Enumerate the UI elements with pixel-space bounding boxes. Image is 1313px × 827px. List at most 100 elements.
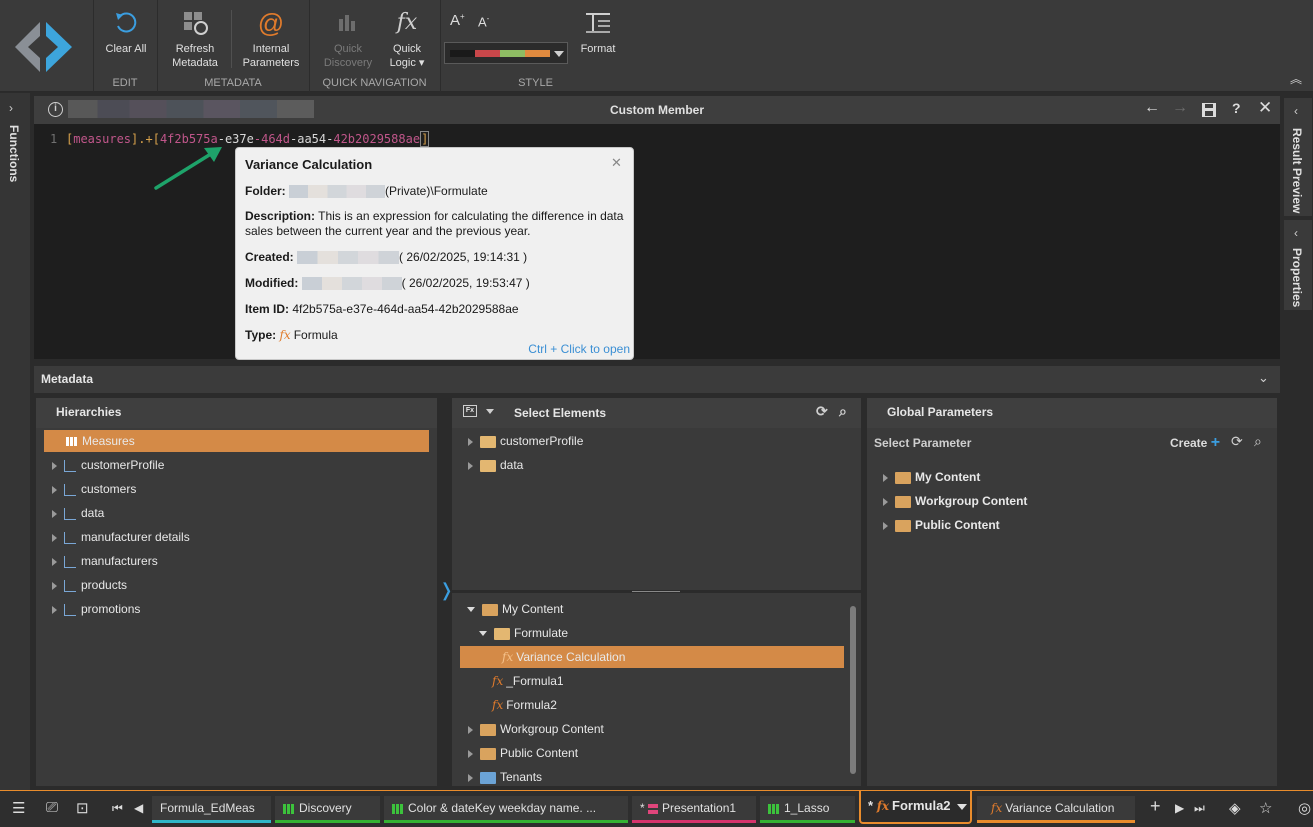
clear-all-label: Clear All: [105, 43, 147, 55]
hierarchy-item[interactable]: manufacturer details: [52, 526, 190, 548]
hierarchy-icon: [64, 483, 76, 496]
palette-dropdown[interactable]: [444, 42, 568, 64]
camera-icon[interactable]: ⎚: [46, 799, 58, 816]
pin-icon[interactable]: ☆: [1259, 799, 1272, 817]
select-parameter-label: Select Parameter: [874, 436, 972, 450]
hierarchies-panel: Hierarchies Measures customerProfile cus…: [36, 398, 437, 786]
param-workgroup-content[interactable]: Workgroup Content: [883, 490, 1027, 512]
prev-tab-icon[interactable]: ◀: [134, 801, 143, 815]
back-icon[interactable]: ←: [1144, 99, 1160, 117]
collapse-ribbon-icon[interactable]: ︽: [1290, 70, 1302, 87]
save-icon[interactable]: [1201, 102, 1217, 118]
code-editor[interactable]: 1 [measures].+[4f2b575a-e37e-464d-aa54-4…: [34, 124, 1280, 359]
chevron-down-icon[interactable]: ⌄: [1258, 370, 1269, 386]
content-tenants[interactable]: Tenants: [468, 766, 542, 788]
measures-icon: [66, 437, 77, 447]
hierarchy-item[interactable]: customerProfile: [52, 454, 164, 476]
content-workgroup[interactable]: Workgroup Content: [468, 718, 604, 740]
format-button[interactable]: Format: [573, 4, 623, 56]
increase-font-button[interactable]: A+: [450, 12, 465, 29]
element-type-icon[interactable]: Fx: [463, 405, 477, 417]
result-preview-tab[interactable]: ‹ Result Preview: [1284, 98, 1312, 216]
param-my-content[interactable]: My Content: [883, 466, 980, 488]
palette-swatches: [450, 50, 550, 57]
properties-tab[interactable]: ‹ Properties: [1284, 220, 1312, 310]
tooltip-open-link[interactable]: Ctrl + Click to open: [528, 342, 630, 356]
forward-icon[interactable]: →: [1172, 99, 1188, 117]
refresh-icon[interactable]: ⟳: [1231, 433, 1243, 450]
tab-variance-calculation[interactable]: fx Variance Calculation: [977, 796, 1135, 823]
logic-label-1: Quick: [392, 43, 422, 55]
tooltip-title: Variance Calculation: [245, 157, 373, 172]
tenants-icon: [480, 771, 496, 784]
hierarchy-item[interactable]: customers: [52, 478, 136, 500]
hierarchy-item[interactable]: products: [52, 574, 127, 596]
quick-discovery-icon: [339, 15, 355, 31]
hierarchy-item[interactable]: promotions: [52, 598, 140, 620]
hierarchy-item[interactable]: manufacturers: [52, 550, 158, 572]
edit-group-label: EDIT: [112, 77, 138, 89]
spiral-icon[interactable]: ◎: [1298, 799, 1311, 817]
close-icon[interactable]: ✕: [1258, 98, 1272, 118]
hierarchy-item[interactable]: data: [52, 502, 104, 524]
discovery-icon: [768, 803, 779, 814]
hierarchy-icon: [64, 603, 76, 616]
content-formula2[interactable]: fx Formula2: [492, 694, 557, 716]
content-formula1[interactable]: fx _Formula1: [492, 670, 564, 692]
chevron-down-icon[interactable]: [486, 409, 494, 414]
hierarchy-item-measures[interactable]: Measures: [44, 430, 429, 452]
create-button[interactable]: Create +: [1170, 434, 1221, 451]
refresh-label-2: Metadata: [172, 57, 218, 69]
screenshot-icon[interactable]: ⊡: [76, 799, 89, 817]
workgroup-icon: [480, 723, 496, 736]
refresh-icon[interactable]: ⟳: [816, 403, 828, 420]
metadata-header[interactable]: Metadata ⌄: [34, 366, 1280, 393]
folder-icon: [480, 435, 496, 448]
element-item[interactable]: data: [468, 454, 523, 476]
first-tab-icon[interactable]: ⏮: [112, 801, 123, 816]
tab-formula2-active[interactable]: * fx Formula2: [859, 791, 972, 824]
last-tab-icon[interactable]: ⏭: [1194, 801, 1205, 816]
search-icon[interactable]: ⌕: [1254, 433, 1262, 450]
tab-1-lasso[interactable]: 1_Lasso: [760, 796, 855, 823]
format-icon: [586, 13, 610, 33]
quick-logic-button[interactable]: fx Quick Logic ▾: [380, 4, 434, 70]
param-public-content[interactable]: Public Content: [883, 514, 1000, 536]
content-my-content[interactable]: My Content: [467, 598, 563, 620]
bottom-tab-bar: ☰ ⎚ ⊡ ⏮ ◀ Formula_EdMeas Discovery Color…: [0, 790, 1313, 827]
discovery-label-1: Quick: [333, 43, 363, 55]
refresh-metadata-button[interactable]: Refresh Metadata: [166, 4, 224, 70]
right-sidebar: ‹ Result Preview ‹ Properties: [1283, 93, 1313, 790]
content-formulate-folder[interactable]: Formulate: [479, 622, 568, 644]
tooltip-modified: Modified: ( 26/02/2025, 19:53:47 ): [245, 276, 530, 291]
chevron-right-icon: ›: [9, 101, 13, 115]
plus-icon: +: [1210, 434, 1221, 451]
internal-parameters-button[interactable]: @ Internal Parameters: [238, 4, 304, 70]
menu-icon[interactable]: ☰: [12, 799, 25, 817]
code-line[interactable]: [measures].+[4f2b575a-e37e-464d-aa54-42b…: [66, 131, 430, 147]
close-icon[interactable]: ✕: [611, 155, 622, 171]
style-group-label: STYLE: [518, 77, 553, 89]
tab-presentation1[interactable]: * Presentation1: [632, 796, 756, 823]
content-public[interactable]: Public Content: [468, 742, 578, 764]
chevron-down-icon: [554, 51, 564, 57]
scrollbar[interactable]: [850, 606, 856, 774]
tab-formula-edmeas[interactable]: Formula_EdMeas: [152, 796, 271, 823]
element-item[interactable]: customerProfile: [468, 430, 583, 452]
logo-small-icon[interactable]: ◈: [1229, 799, 1241, 817]
chevron-down-icon[interactable]: [957, 804, 967, 810]
functions-sidebar[interactable]: › Functions: [0, 93, 30, 790]
add-tab-icon[interactable]: +: [1150, 796, 1161, 817]
hierarchy-icon: [64, 555, 76, 568]
next-tab-icon[interactable]: ▶: [1175, 801, 1184, 815]
decrease-font-button[interactable]: A-: [478, 14, 489, 29]
clear-all-button[interactable]: Clear All: [98, 4, 154, 56]
search-icon[interactable]: ⌕: [839, 403, 847, 420]
help-icon[interactable]: ?: [1232, 100, 1241, 116]
tab-discovery[interactable]: Discovery: [275, 796, 380, 823]
quick-discovery-button[interactable]: Quick Discovery: [320, 4, 376, 70]
tab-color-datekey[interactable]: Color & dateKey weekday name. ...: [384, 796, 628, 823]
workgroup-icon: [895, 495, 911, 508]
content-variance-calculation[interactable]: fx Variance Calculation: [460, 646, 844, 668]
global-parameters-header: Global Parameters: [867, 398, 1277, 428]
